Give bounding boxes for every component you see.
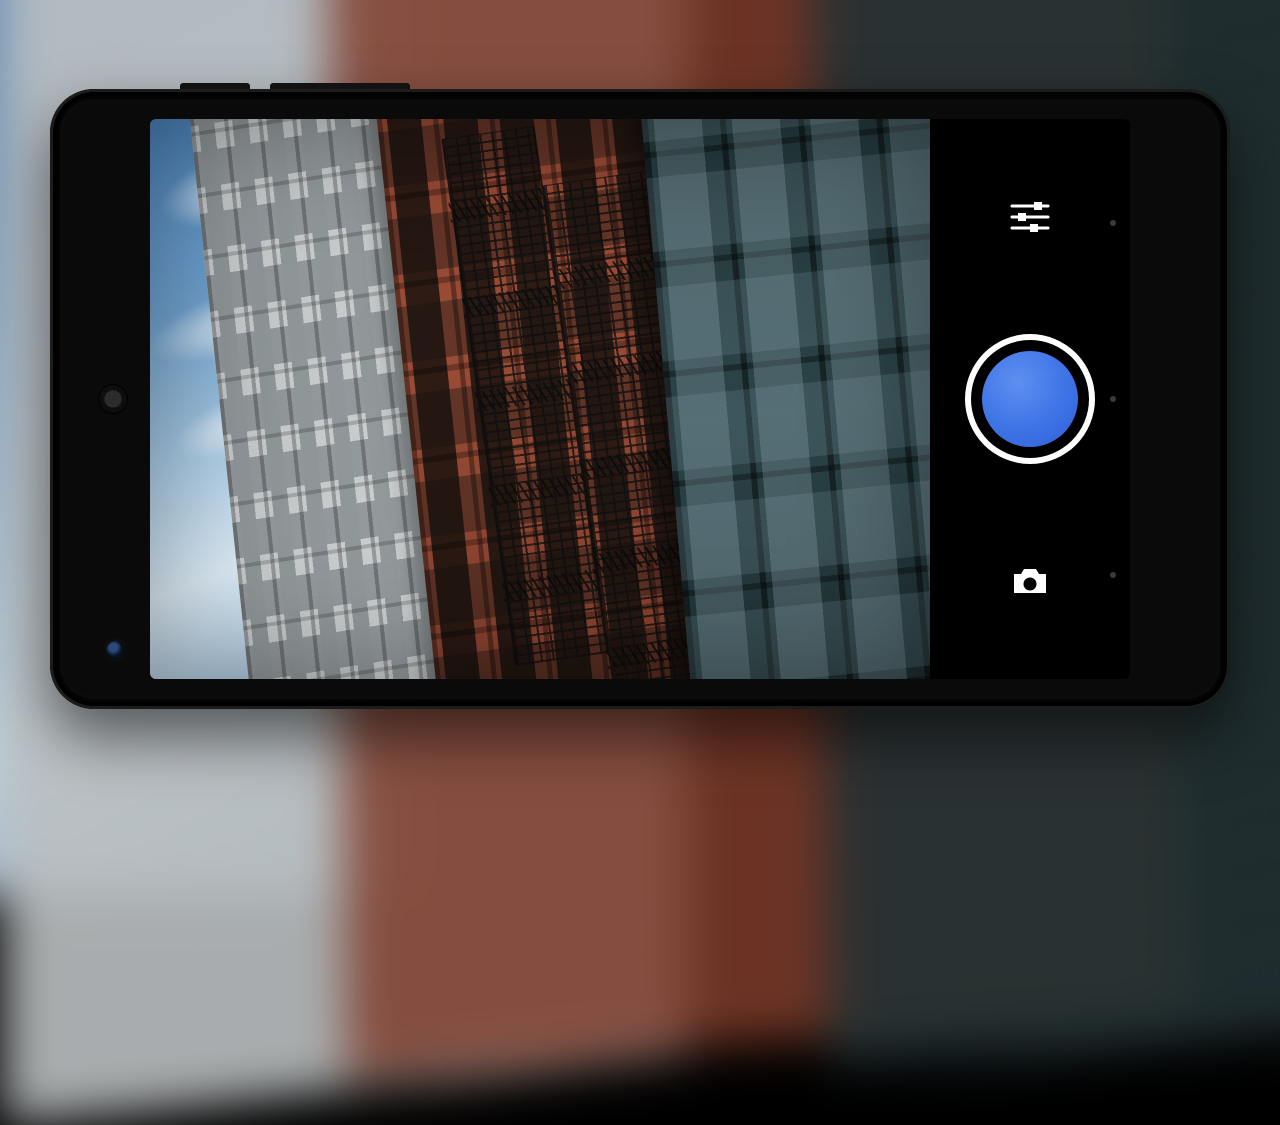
mode-switch-button[interactable]: [1002, 553, 1058, 609]
settings-button[interactable]: [1002, 189, 1058, 245]
earpiece-speaker: [98, 384, 128, 414]
shutter-icon: [982, 351, 1078, 447]
front-camera-lens: [106, 641, 124, 659]
camera-viewfinder[interactable]: [150, 119, 930, 679]
camera-icon: [1010, 565, 1050, 597]
volume-rocker: [270, 83, 410, 89]
phone-frame: [50, 89, 1230, 709]
shutter-button[interactable]: [971, 340, 1089, 458]
camera-controls: [930, 119, 1130, 679]
page-indicator: [1110, 220, 1116, 578]
power-button: [180, 83, 250, 89]
phone-screen: [150, 119, 1130, 679]
sliders-icon: [1010, 200, 1050, 234]
